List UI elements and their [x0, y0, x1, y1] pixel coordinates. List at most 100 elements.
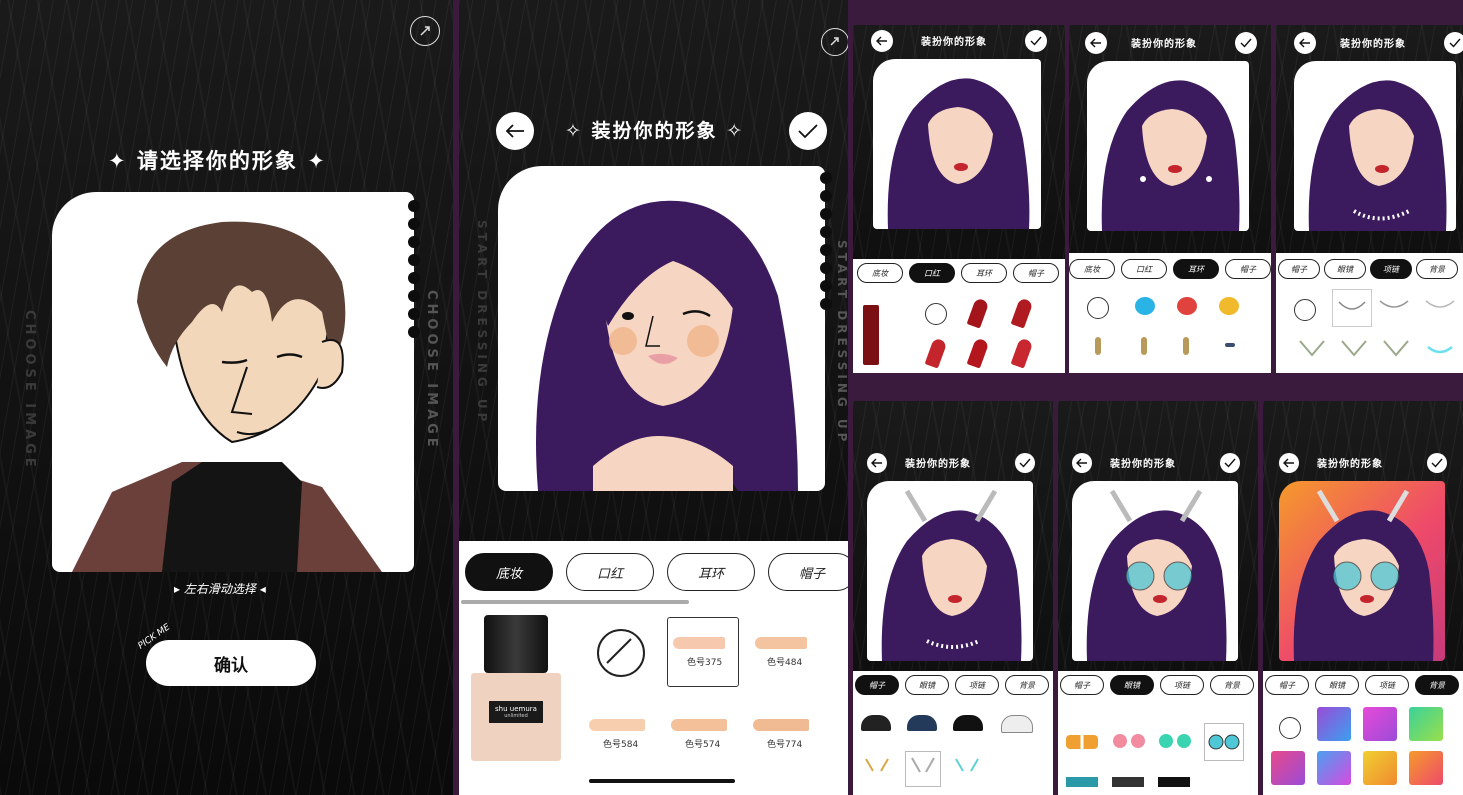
mini-screen-bottom-1: 装扮你的形象 帽子 眼镜 项链 背景 [853, 401, 1053, 795]
done-button[interactable] [1015, 453, 1035, 473]
necklace-option[interactable] [1338, 337, 1370, 361]
hat-option[interactable] [907, 715, 937, 731]
tab-necklace[interactable]: 项链 [1365, 675, 1409, 695]
back-button[interactable] [1072, 453, 1092, 473]
avatar-card[interactable] [52, 192, 414, 572]
done-button[interactable] [1025, 30, 1047, 52]
done-button[interactable] [1427, 453, 1447, 473]
glasses-option[interactable] [1112, 777, 1144, 787]
earring-option[interactable] [1225, 343, 1235, 347]
tab-hat[interactable]: 帽子 [1013, 263, 1059, 283]
tab-glasses[interactable]: 眼镜 [905, 675, 949, 695]
tab-glasses[interactable]: 眼镜 [1110, 675, 1154, 695]
done-button[interactable] [789, 112, 827, 150]
tab-background[interactable]: 背景 [1005, 675, 1049, 695]
tab-necklace[interactable]: 项链 [1160, 675, 1204, 695]
necklace-option[interactable] [1380, 337, 1412, 361]
earring-option[interactable] [1141, 337, 1147, 355]
none-option[interactable] [925, 303, 947, 325]
share-icon[interactable] [821, 28, 848, 56]
tab-background[interactable]: 背景 [1210, 675, 1254, 695]
lipstick-swatch[interactable] [966, 297, 990, 329]
tab-lipstick[interactable]: 口红 [566, 553, 654, 591]
back-button[interactable] [871, 30, 893, 52]
glasses-option[interactable] [1158, 733, 1192, 749]
background-option[interactable] [1363, 707, 1397, 741]
tab-foundation[interactable]: 底妆 [1069, 259, 1115, 279]
necklace-option[interactable] [1424, 293, 1456, 317]
tab-earrings[interactable]: 耳环 [961, 263, 1007, 283]
glasses-option[interactable] [1112, 733, 1146, 749]
shade-option[interactable] [667, 617, 739, 687]
background-option[interactable] [1317, 751, 1351, 785]
none-option[interactable] [1087, 297, 1109, 319]
necklace-option[interactable] [1332, 289, 1372, 327]
necklace-option[interactable] [1424, 337, 1456, 361]
tab-background[interactable]: 背景 [1416, 259, 1458, 279]
tab-hat[interactable]: 帽子 [1225, 259, 1271, 279]
glasses-option[interactable] [1066, 735, 1098, 749]
shade-option[interactable] [745, 617, 813, 685]
hat-option[interactable] [861, 715, 891, 731]
glasses-option[interactable] [1204, 723, 1244, 761]
earring-option[interactable] [1095, 337, 1101, 355]
back-button[interactable] [1279, 453, 1299, 473]
tab-hat[interactable]: 帽子 [1265, 675, 1309, 695]
tab-earrings[interactable]: 耳环 [1173, 259, 1219, 279]
lipstick-swatch[interactable] [1010, 337, 1034, 369]
glasses-option[interactable] [1158, 777, 1190, 787]
horns-option[interactable] [953, 755, 981, 779]
hat-option[interactable] [953, 715, 983, 731]
done-button[interactable] [1220, 453, 1240, 473]
back-button[interactable] [496, 112, 534, 150]
earring-option[interactable] [1183, 337, 1189, 355]
done-button[interactable] [1235, 32, 1257, 54]
tab-necklace[interactable]: 项链 [1370, 259, 1412, 279]
none-option[interactable] [1294, 299, 1316, 321]
none-option[interactable] [597, 629, 645, 677]
tab-foundation[interactable]: 底妆 [465, 553, 553, 591]
tab-earrings[interactable]: 耳环 [667, 553, 755, 591]
home-indicator [589, 779, 735, 783]
tab-hat[interactable]: 帽子 [855, 675, 899, 695]
page-title: 请选择你的形象 [136, 149, 298, 173]
tab-necklace[interactable]: 项链 [955, 675, 999, 695]
done-button[interactable] [1444, 32, 1463, 54]
lipstick-swatch[interactable] [924, 337, 948, 369]
earring-option[interactable] [1219, 297, 1239, 315]
female-avatar-illustration [536, 200, 798, 491]
confirm-button[interactable]: 确认 [146, 640, 316, 686]
background-option[interactable] [1271, 751, 1305, 785]
back-button[interactable] [867, 453, 887, 473]
tab-hat[interactable]: 帽子 [768, 553, 848, 591]
share-icon[interactable] [410, 16, 440, 46]
horns-option[interactable] [863, 755, 891, 779]
necklace-option[interactable] [1378, 293, 1410, 317]
tab-hat[interactable]: 帽子 [1060, 675, 1104, 695]
hat-option[interactable] [1001, 715, 1033, 733]
earring-option[interactable] [1135, 297, 1155, 315]
horns-option[interactable] [905, 751, 941, 787]
back-button[interactable] [1085, 32, 1107, 54]
lipstick-swatch[interactable] [1010, 297, 1034, 329]
tab-hat[interactable]: 帽子 [1278, 259, 1320, 279]
back-button[interactable] [1294, 32, 1316, 54]
tab-scrollbar[interactable] [461, 600, 689, 604]
tab-background[interactable]: 背景 [1415, 675, 1459, 695]
tab-glasses[interactable]: 眼镜 [1324, 259, 1366, 279]
background-option[interactable] [1409, 751, 1443, 785]
page-title: 装扮你的形象 [591, 120, 718, 142]
tab-glasses[interactable]: 眼镜 [1315, 675, 1359, 695]
tab-foundation[interactable]: 底妆 [857, 263, 903, 283]
background-option[interactable] [1317, 707, 1351, 741]
tab-lipstick[interactable]: 口红 [909, 263, 955, 283]
glasses-option[interactable] [1066, 777, 1098, 787]
arrow-left-icon [871, 458, 882, 468]
none-option[interactable] [1279, 717, 1301, 739]
tab-lipstick[interactable]: 口红 [1121, 259, 1167, 279]
earring-option[interactable] [1177, 297, 1197, 315]
background-option[interactable] [1409, 707, 1443, 741]
necklace-option[interactable] [1296, 337, 1328, 361]
background-option[interactable] [1363, 751, 1397, 785]
lipstick-swatch[interactable] [966, 337, 990, 369]
